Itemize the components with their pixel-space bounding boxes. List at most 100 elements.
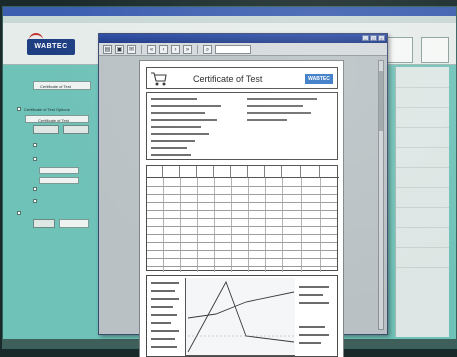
app-title-bar bbox=[3, 7, 456, 16]
panel-button-b[interactable] bbox=[63, 125, 89, 134]
graph-legend-line bbox=[151, 330, 179, 332]
graph-trace-2 bbox=[187, 291, 295, 319]
table-header-cell bbox=[147, 166, 163, 178]
table-header-cell bbox=[320, 166, 339, 178]
first-page-icon[interactable]: « bbox=[147, 44, 156, 54]
minimize-button[interactable]: – bbox=[362, 35, 369, 41]
report-title-text: Certificate of Test bbox=[40, 84, 71, 89]
test-graph-section bbox=[146, 275, 338, 357]
grid-line bbox=[396, 127, 449, 128]
close-button[interactable]: × bbox=[378, 35, 385, 41]
info-line bbox=[151, 105, 221, 107]
option-checkbox-1[interactable] bbox=[17, 107, 21, 111]
info-line bbox=[151, 112, 205, 114]
app-menu-bar bbox=[3, 16, 456, 23]
options-section-label: Certificate of Test Options bbox=[24, 107, 70, 112]
preview-title-bar[interactable]: – □ × bbox=[99, 34, 387, 43]
option-checkbox-5[interactable] bbox=[33, 199, 37, 203]
scrollbar-thumb[interactable] bbox=[379, 71, 383, 131]
table-row bbox=[147, 194, 337, 195]
prev-page-icon[interactable]: ‹ bbox=[159, 44, 168, 54]
info-line bbox=[151, 126, 201, 128]
table-row bbox=[147, 258, 337, 259]
toolbar-separator bbox=[141, 44, 142, 54]
test-graph-plot bbox=[185, 278, 295, 356]
table-header-cell bbox=[214, 166, 231, 178]
option-checkbox-6[interactable] bbox=[17, 211, 21, 215]
graph-side-line bbox=[299, 294, 323, 296]
preview-vertical-scrollbar[interactable] bbox=[378, 60, 384, 330]
grid-line bbox=[396, 147, 449, 148]
test-results-table bbox=[146, 165, 339, 272]
save-icon[interactable]: ▣ bbox=[115, 44, 124, 54]
option-checkbox-2[interactable] bbox=[33, 143, 37, 147]
shopping-cart-icon bbox=[151, 72, 167, 86]
graph-side-line bbox=[299, 342, 321, 344]
panel-button-c[interactable] bbox=[33, 219, 55, 228]
graph-side-line bbox=[299, 334, 329, 336]
table-row bbox=[147, 210, 337, 211]
table-header-cell bbox=[163, 166, 180, 178]
info-line bbox=[247, 98, 317, 100]
option-select-1[interactable] bbox=[39, 167, 79, 174]
test-graph-svg bbox=[187, 280, 295, 353]
grid-line bbox=[396, 167, 449, 168]
table-row bbox=[147, 250, 337, 251]
option-checkbox-3[interactable] bbox=[33, 157, 37, 161]
certificate-logo: WABTEC bbox=[305, 74, 333, 84]
grid-line bbox=[396, 247, 449, 248]
print-icon[interactable]: ▤ bbox=[103, 44, 112, 54]
graph-legend-line bbox=[151, 290, 175, 292]
option-checkbox-4[interactable] bbox=[33, 187, 37, 191]
graph-side-line bbox=[299, 286, 329, 288]
table-header-cell bbox=[231, 166, 248, 178]
toolbar-separator bbox=[197, 44, 198, 54]
preview-toolbar: ▤ ▣ ✉ « ‹ › » ⌕ bbox=[99, 43, 387, 56]
side-panel: Certificate of Test Certificate of Test … bbox=[11, 69, 95, 339]
header-button-2[interactable] bbox=[421, 37, 449, 63]
panel-select-3[interactable] bbox=[59, 219, 89, 228]
panel-button-a[interactable] bbox=[33, 125, 59, 134]
graph-legend-line bbox=[151, 314, 177, 316]
certificate-title: Certificate of Test bbox=[193, 74, 263, 84]
graph-legend-line bbox=[151, 346, 177, 348]
graph-trace-1 bbox=[187, 280, 295, 353]
certificate-page: Certificate of Test WABTEC bbox=[139, 60, 344, 357]
graph-legend-line bbox=[151, 282, 179, 284]
info-line bbox=[151, 133, 209, 135]
grid-line bbox=[396, 267, 449, 268]
report-title-field[interactable]: Certificate of Test bbox=[33, 81, 91, 90]
zoom-level-select[interactable] bbox=[215, 44, 251, 54]
maximize-button[interactable]: □ bbox=[370, 35, 377, 41]
info-line bbox=[151, 140, 195, 142]
certificate-header: Certificate of Test WABTEC bbox=[146, 67, 338, 89]
graph-legend-line bbox=[151, 306, 173, 308]
table-row bbox=[147, 226, 337, 227]
table-row bbox=[147, 234, 337, 235]
report-preview-window: – □ × ▤ ▣ ✉ « ‹ › » ⌕ Certificate of Tes… bbox=[98, 33, 388, 357]
info-line bbox=[151, 119, 217, 121]
graph-legend-line bbox=[151, 322, 171, 324]
grid-line bbox=[396, 107, 449, 108]
table-header-cell bbox=[248, 166, 265, 178]
window-controls: – □ × bbox=[362, 35, 385, 41]
table-header-cell bbox=[301, 166, 320, 178]
email-icon[interactable]: ✉ bbox=[127, 44, 136, 54]
header-button-1[interactable] bbox=[385, 37, 413, 63]
graph-legend-line bbox=[151, 298, 179, 300]
certificate-dropdown[interactable]: Certificate of Test bbox=[25, 115, 89, 123]
table-header-cell bbox=[282, 166, 301, 178]
certificate-dropdown-value: Certificate of Test bbox=[38, 118, 69, 123]
table-header-cell bbox=[265, 166, 282, 178]
info-line bbox=[151, 147, 187, 149]
last-page-icon[interactable]: » bbox=[183, 44, 192, 54]
results-grid-panel bbox=[395, 67, 449, 337]
next-page-icon[interactable]: › bbox=[171, 44, 180, 54]
option-select-2[interactable] bbox=[39, 177, 79, 184]
certificate-info-box bbox=[146, 92, 338, 160]
info-line bbox=[151, 154, 191, 156]
zoom-icon[interactable]: ⌕ bbox=[203, 44, 212, 54]
grid-line bbox=[396, 207, 449, 208]
table-header-cell bbox=[197, 166, 214, 178]
grid-line bbox=[396, 187, 449, 188]
